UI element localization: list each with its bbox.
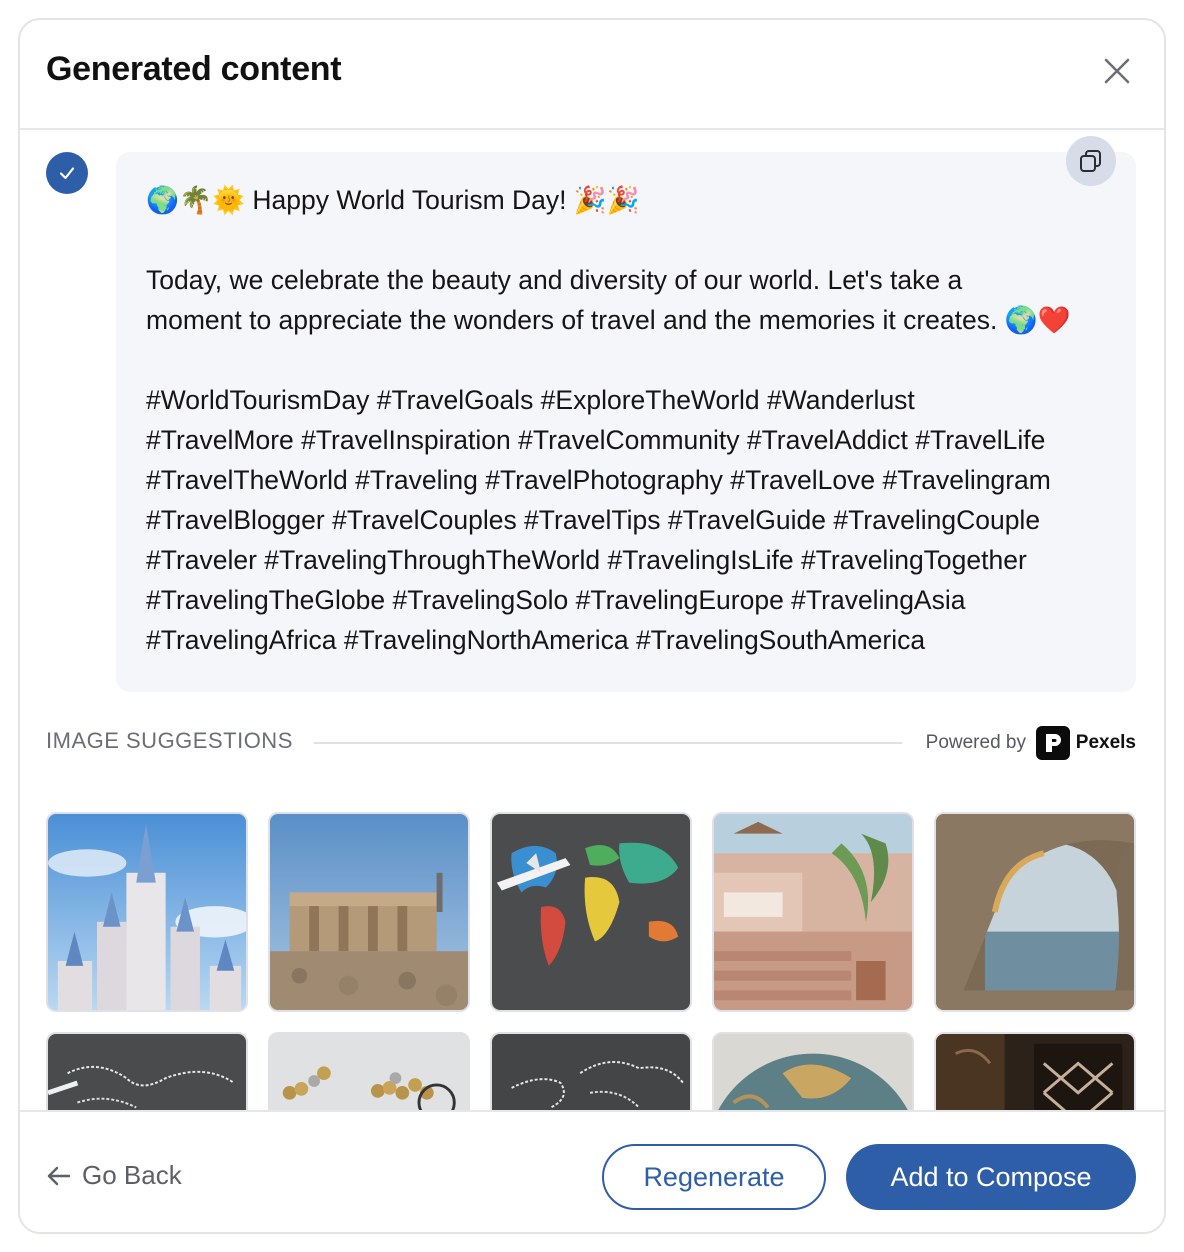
image-suggestions-label: IMAGE SUGGESTIONS xyxy=(46,728,293,753)
image-suggestion-ornate-window[interactable] xyxy=(934,1032,1136,1110)
image-suggestion-rock-arch-sea[interactable] xyxy=(934,812,1136,1012)
image-suggestion-ancient-ruins[interactable] xyxy=(268,812,470,1012)
dialog-body: 🌍🌴🌞 Happy World Tourism Day! 🎉🎉 Today, w… xyxy=(20,132,1164,1110)
generated-content-dialog: Generated content 🌍🌴🌞 Happy World Touris… xyxy=(18,18,1166,1234)
image-suggestion-chalk-world-map[interactable] xyxy=(46,1032,248,1110)
pexels-logo-icon xyxy=(1036,726,1070,760)
generated-content-card: 🌍🌴🌞 Happy World Tourism Day! 🎉🎉 Today, w… xyxy=(116,136,1136,692)
generated-post-text[interactable]: 🌍🌴🌞 Happy World Tourism Day! 🎉🎉 Today, w… xyxy=(146,180,1126,660)
dialog-title: Generated content xyxy=(46,50,342,88)
arrow-left-icon xyxy=(47,1166,71,1185)
copy-icon xyxy=(1080,150,1101,172)
image-suggestion-castle[interactable] xyxy=(46,812,248,1012)
go-back-button[interactable]: Go Back xyxy=(46,1160,182,1191)
close-button[interactable] xyxy=(1100,54,1134,88)
image-suggestion-chalk-world-map-2[interactable] xyxy=(490,1032,692,1110)
image-suggestions-header: IMAGE SUGGESTIONS Powered by Pexels xyxy=(46,726,1136,760)
image-suggestion-colorful-world-map[interactable] xyxy=(490,812,692,1012)
checkmark-icon xyxy=(59,167,75,180)
add-to-compose-button[interactable]: Add to Compose xyxy=(846,1144,1136,1210)
image-suggestion-coins[interactable] xyxy=(268,1032,470,1110)
section-divider xyxy=(314,742,902,744)
close-icon xyxy=(1104,58,1130,84)
go-back-label: Go Back xyxy=(82,1160,182,1190)
dialog-footer: Go Back Regenerate Add to Compose xyxy=(20,1110,1164,1232)
regenerate-button[interactable]: Regenerate xyxy=(602,1144,826,1210)
pexels-brand-name: Pexels xyxy=(1075,732,1136,753)
copy-button[interactable] xyxy=(1066,136,1116,186)
dialog-header: Generated content xyxy=(20,20,1164,130)
image-suggestion-globe[interactable] xyxy=(712,1032,914,1110)
select-content-checkbox[interactable] xyxy=(46,152,88,194)
powered-by-label: Powered by xyxy=(925,732,1026,753)
image-suggestion-terrace-courtyard[interactable] xyxy=(712,812,914,1012)
